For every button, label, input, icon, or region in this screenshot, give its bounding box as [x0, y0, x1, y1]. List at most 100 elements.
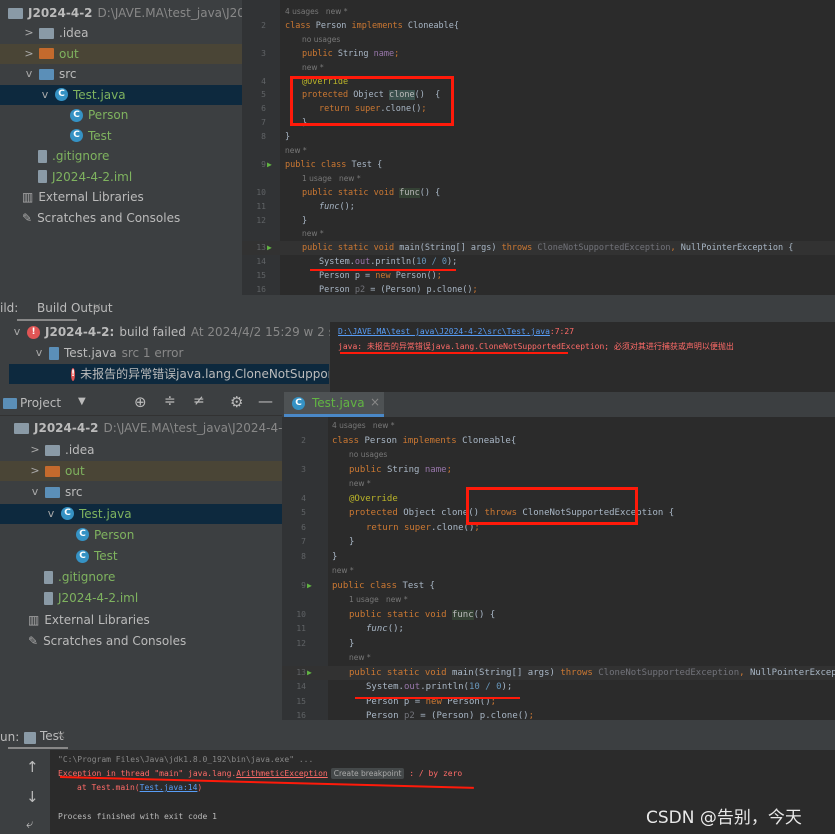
- tree-item-label: J2024-4-2.iml: [58, 591, 139, 606]
- line-number: 12: [296, 638, 306, 648]
- tree-item[interactable]: > out: [0, 43, 242, 64]
- code-line[interactable]: 12}: [242, 214, 835, 228]
- code-token: throws: [560, 667, 599, 678]
- underline: [340, 352, 568, 354]
- project-root[interactable]: J2024-4-2 D:\JAVE.MA\test_java\J2024-4-2: [14, 418, 290, 438]
- wrap-icon[interactable]: ⤶: [26, 817, 33, 832]
- tree-item[interactable]: ✎ Scratches and Consoles: [0, 631, 282, 651]
- code-line[interactable]: 11 func();: [242, 200, 835, 214]
- code-token: Person: [319, 285, 355, 295]
- build-error-item[interactable]: ! 未报告的异常错误java.lang.CloneNotSupportedExce: [9, 364, 329, 384]
- tree-item[interactable]: v C Test.java: [0, 84, 242, 105]
- tree-item[interactable]: .gitignore: [0, 567, 282, 587]
- tree-item[interactable]: > .idea: [0, 440, 282, 460]
- tree-item-label: External Libraries: [38, 190, 144, 204]
- code-line[interactable]: 14 System.out.println(10 / 0);: [282, 680, 835, 694]
- locate-icon[interactable]: ⊕: [134, 393, 147, 411]
- line-number: 13: [296, 667, 306, 677]
- run-gutter-icon[interactable]: ▶: [267, 158, 272, 172]
- build-error-text: 未报告的异常错误java.lang.CloneNotSupportedExce: [80, 367, 329, 381]
- arrow-up-icon[interactable]: ↑: [26, 758, 39, 776]
- tree-item[interactable]: .gitignore: [0, 146, 242, 166]
- java-class-icon: C: [55, 88, 68, 101]
- build-file[interactable]: v Test.java src 1 error: [34, 343, 184, 363]
- code-line[interactable]: 15 Person p = new Person();: [242, 269, 835, 283]
- code-token: new: [375, 271, 396, 282]
- code-line[interactable]: 10 public static void func() {: [282, 608, 835, 622]
- inlay-hint[interactable]: new *: [282, 651, 835, 665]
- run-gutter-icon[interactable]: ▶: [307, 579, 312, 593]
- tree-item[interactable]: > .idea: [0, 23, 242, 43]
- code-token: = (Person) p.clone(): [365, 285, 473, 295]
- tree-item[interactable]: C Test: [0, 126, 242, 146]
- chevron-icon: >: [30, 443, 40, 456]
- code-token: public class: [332, 580, 403, 591]
- tree-item[interactable]: v src: [0, 482, 282, 502]
- stack-frame-link[interactable]: Test.java:14: [140, 783, 198, 792]
- code-line[interactable]: 7}: [282, 535, 835, 549]
- code-line[interactable]: 3 public String name;: [242, 47, 835, 61]
- exception-class-link[interactable]: ArithmeticException: [236, 769, 328, 778]
- run-icon: [24, 732, 36, 744]
- tree-item[interactable]: C Person: [0, 105, 242, 125]
- tree-item[interactable]: > out: [0, 461, 282, 482]
- tree-item[interactable]: ▥ External Libraries: [0, 610, 282, 630]
- line-number: 3: [301, 464, 306, 474]
- code-line[interactable]: 2 class Person implements Cloneable{: [282, 434, 835, 448]
- code-token: );: [501, 682, 513, 692]
- code-line[interactable]: 11 func();: [282, 622, 835, 636]
- inlay-hint[interactable]: no usages: [242, 33, 835, 47]
- code-token: Test {: [402, 580, 435, 591]
- code-line[interactable]: 2 class Person implements Cloneable{: [242, 19, 835, 33]
- code-line[interactable]: 9 ▶ public class Test {: [282, 579, 835, 593]
- inlay-hint[interactable]: new *: [282, 564, 835, 578]
- inlay-hint[interactable]: new *: [242, 61, 835, 75]
- code-line[interactable]: 3 public String name;: [282, 463, 835, 477]
- arrow-down-icon[interactable]: ↓: [26, 788, 39, 806]
- inlay-hint[interactable]: 4 usages new *: [242, 5, 835, 19]
- error-file-link[interactable]: D:\JAVE.MA\test_java\J2024-4-2\src\Test.…: [338, 327, 550, 336]
- code-line[interactable]: 8}: [242, 130, 835, 144]
- inlay-hint[interactable]: 1 usage new *: [242, 172, 835, 186]
- close-icon[interactable]: ×: [92, 300, 102, 314]
- code-line[interactable]: 9 ▶ public class Test {: [242, 158, 835, 172]
- inlay-hint[interactable]: no usages: [282, 448, 835, 462]
- code-token: out: [354, 257, 371, 268]
- tab-test-java[interactable]: C Test.java ×: [284, 392, 384, 417]
- tree-item[interactable]: v src: [0, 64, 242, 84]
- expand-all-icon[interactable]: ≑: [164, 393, 176, 409]
- code-line[interactable]: 12}: [282, 637, 835, 651]
- run-gutter-icon[interactable]: ▶: [267, 241, 272, 255]
- minimize-icon[interactable]: —: [258, 392, 273, 410]
- run-gutter-icon[interactable]: ▶: [307, 666, 312, 680]
- folder-icon: [45, 486, 60, 498]
- inlay-hint[interactable]: new *: [242, 144, 835, 158]
- code-line[interactable]: 13 ▶ public static void main(String[] args…: [242, 241, 835, 256]
- tree-item[interactable]: C Person: [0, 525, 282, 545]
- file-icon: [38, 170, 47, 183]
- close-icon[interactable]: ×: [56, 728, 66, 742]
- code-line[interactable]: 8}: [282, 550, 835, 564]
- code-token: 1 usage new *: [302, 173, 361, 183]
- collapse-all-icon[interactable]: ≠: [193, 393, 205, 409]
- close-icon[interactable]: ×: [370, 395, 380, 409]
- gear-icon[interactable]: ⚙: [230, 393, 243, 411]
- java-class-icon: C: [292, 397, 305, 410]
- tree-item[interactable]: J2024-4-2.iml: [0, 167, 242, 187]
- tree-item[interactable]: ▥ External Libraries: [0, 187, 242, 207]
- code-line[interactable]: 10 public static void func() {: [242, 186, 835, 200]
- tree-item[interactable]: ✎ Scratches and Consoles: [0, 208, 242, 228]
- code-line[interactable]: 13 ▶ public static void main(String[] args…: [282, 665, 835, 680]
- tree-item[interactable]: J2024-4-2.iml: [0, 588, 282, 608]
- tree-item[interactable]: C Test: [0, 546, 282, 566]
- create-breakpoint-button[interactable]: Create breakpoint: [330, 768, 405, 779]
- inlay-hint[interactable]: new *: [242, 227, 835, 241]
- dropdown-icon[interactable]: ▼: [78, 396, 86, 407]
- project-tree-top: J2024-4-2 D:\JAVE.MA\test_java\J2024-4-2 …: [0, 0, 284, 295]
- tree-item[interactable]: v C Test.java: [0, 503, 282, 524]
- code-token: func: [451, 609, 474, 620]
- inlay-hint[interactable]: 1 usage new *: [282, 593, 835, 607]
- inlay-hint[interactable]: 4 usages new *: [282, 419, 835, 433]
- project-tab[interactable]: Project: [20, 396, 61, 410]
- code-line[interactable]: 14 System.out.println(10 / 0);: [242, 255, 835, 269]
